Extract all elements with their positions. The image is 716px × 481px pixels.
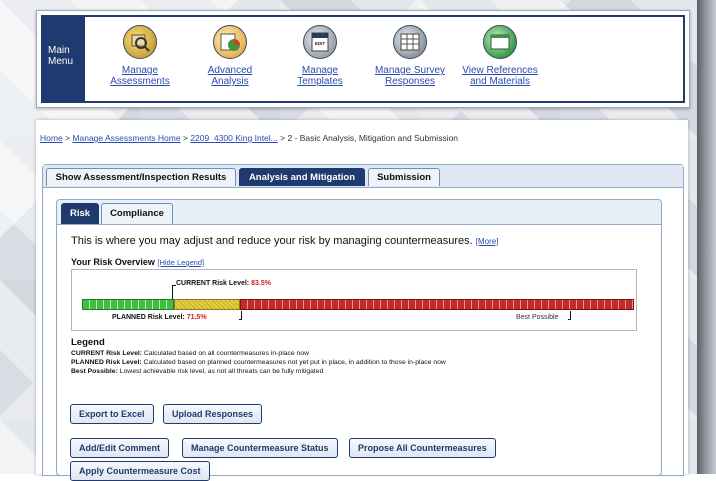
menu-link-line1: Manage: [301, 65, 339, 76]
current-risk-bracket: [172, 285, 176, 299]
magnifier-map-icon: [123, 25, 157, 59]
menu-link-advanced-analysis[interactable]: Advanced Analysis: [185, 65, 275, 87]
best-possible-bracket: [568, 311, 571, 320]
risk-meter-box: CURRENT Risk Level: 83.5% PLANNED Risk L…: [71, 269, 637, 331]
subtab-compliance[interactable]: Compliance: [101, 203, 173, 224]
legend-planned-desc: Calculated based on planned countermeasu…: [141, 359, 446, 366]
planned-risk-bracket: [239, 311, 242, 320]
menu-link-line2: Analysis: [211, 76, 249, 87]
menu-link-line2: Templates: [297, 76, 343, 87]
legend-best: Best Possible: Lowest achievable risk le…: [71, 367, 635, 376]
propose-all-countermeasures-button[interactable]: Propose All Countermeasures: [349, 438, 496, 458]
legend: Legend CURRENT Risk Level: Calculated ba…: [71, 338, 635, 376]
legend-planned: PLANNED Risk Level: Calculated based on …: [71, 358, 635, 367]
breadcrumb-assessments-link[interactable]: Manage Assessments Home: [72, 133, 180, 143]
main-menu-label-line1: Main: [48, 45, 70, 56]
menu-link-manage-survey-responses[interactable]: Manage Survey Responses: [365, 65, 455, 87]
risk-overview-heading: Your Risk Overview [Hide Legend]: [71, 257, 204, 267]
edit-icon-text: EDIT: [314, 41, 326, 46]
window-edge: [697, 0, 716, 474]
best-possible-label: Best Possible: [516, 314, 559, 321]
tab-show-results[interactable]: Show Assessment/Inspection Results: [46, 168, 236, 186]
breadcrumb-current: 2 - Basic Analysis, Mitigation and Submi…: [287, 133, 459, 143]
menu-link-manage-assessments[interactable]: Manage Assessments: [95, 65, 185, 87]
breadcrumb-separator: >: [182, 133, 188, 143]
menu-link-line1: Manage Survey: [374, 65, 446, 76]
main-tabs-bar: Show Assessment/Inspection Results Analy…: [43, 165, 683, 188]
risk-subtabs-frame: Risk Compliance This is where you may ad…: [56, 199, 662, 481]
risk-bar-remaining-segment: [240, 299, 634, 310]
legend-planned-term: PLANNED Risk Level:: [71, 359, 142, 366]
planned-risk-label-text: PLANNED Risk Level:: [112, 314, 185, 321]
subtab-risk[interactable]: Risk: [61, 203, 99, 224]
tab-analysis-mitigation-label: Analysis and Mitigation: [248, 172, 356, 183]
current-risk-label: CURRENT Risk Level: 83.5%: [176, 280, 271, 287]
menu-link-line2: Responses: [384, 76, 436, 87]
reference-window-icon: [483, 25, 517, 59]
tab-submission[interactable]: Submission: [368, 168, 440, 186]
menu-link-line1: Advanced: [207, 65, 253, 76]
main-menu-panel: Main Menu Manage Assessments Advanced An…: [36, 10, 690, 108]
tab-show-results-label: Show Assessment/Inspection Results: [55, 172, 227, 183]
menu-link-line2: Assessments: [110, 76, 170, 87]
survey-grid-icon: [393, 25, 427, 59]
risk-subtabs-bar: Risk Compliance: [57, 200, 661, 225]
breadcrumb-separator: >: [65, 133, 71, 143]
menu-link-line1: Manage: [121, 65, 159, 76]
current-risk-value: 83.5%: [251, 280, 271, 287]
breadcrumb: Home > Manage Assessments Home > 2209_43…: [40, 133, 458, 143]
more-link[interactable]: [More]: [476, 237, 499, 246]
planned-risk-label: PLANNED Risk Level: 71.5%: [112, 314, 207, 321]
menu-item-manage-survey-responses[interactable]: Manage Survey Responses: [365, 25, 455, 87]
menu-item-advanced-analysis[interactable]: Advanced Analysis: [185, 25, 275, 87]
tab-submission-label: Submission: [377, 172, 431, 183]
menu-link-line2: and Materials: [469, 76, 531, 87]
menu-link-manage-templates[interactable]: Manage Templates: [275, 65, 365, 87]
main-menu-label-line2: Menu: [48, 56, 74, 67]
risk-overview-title: Your Risk Overview: [71, 257, 155, 267]
template-edit-icon: EDIT: [303, 25, 337, 59]
menu-item-manage-templates[interactable]: EDIT Manage Templates: [275, 25, 365, 87]
breadcrumb-intel-link[interactable]: 2209_4300 King Intel...: [190, 133, 277, 143]
menu-item-view-references[interactable]: View References and Materials: [455, 25, 545, 87]
main-menu-label: Main Menu: [43, 17, 85, 101]
risk-bar-current-segment: [82, 299, 174, 310]
legend-best-term: Best Possible:: [71, 368, 118, 375]
add-edit-comment-button[interactable]: Add/Edit Comment: [70, 438, 169, 458]
intro-text: This is where you may adjust and reduce …: [71, 235, 498, 247]
menu-link-line1: View References: [462, 65, 538, 76]
current-risk-label-text: CURRENT Risk Level:: [176, 280, 250, 287]
main-menu-frame: Main Menu Manage Assessments Advanced An…: [41, 15, 685, 103]
breadcrumb-home-link[interactable]: Home: [40, 133, 63, 143]
planned-risk-value: 71.5%: [186, 314, 207, 321]
legend-current-desc: Calculated based on all countermeasures …: [142, 350, 310, 357]
tab-analysis-mitigation[interactable]: Analysis and Mitigation: [239, 168, 365, 186]
pie-chart-icon: [213, 25, 247, 59]
subtab-risk-label: Risk: [69, 208, 91, 219]
legend-current-term: CURRENT Risk Level:: [71, 350, 143, 357]
menu-item-manage-assessments[interactable]: Manage Assessments: [95, 25, 185, 87]
breadcrumb-separator: >: [280, 133, 286, 143]
upload-responses-button[interactable]: Upload Responses: [163, 404, 263, 424]
legend-best-desc: Lowest achievable risk level, as not all…: [117, 368, 324, 375]
menu-link-view-references[interactable]: View References and Materials: [455, 65, 545, 87]
intro-message: This is where you may adjust and reduce …: [71, 235, 473, 247]
apply-countermeasure-cost-button[interactable]: Apply Countermeasure Cost: [70, 461, 210, 481]
export-to-excel-button[interactable]: Export to Excel: [70, 404, 154, 424]
legend-current: CURRENT Risk Level: Calculated based on …: [71, 349, 635, 358]
subtab-compliance-label: Compliance: [110, 208, 164, 219]
manage-countermeasure-status-button[interactable]: Manage Countermeasure Status: [182, 438, 338, 458]
content-panel: Home > Manage Assessments Home > 2209_43…: [36, 120, 688, 481]
risk-bar-planned-segment: [174, 299, 240, 310]
hide-legend-link[interactable]: [Hide Legend]: [157, 258, 204, 267]
legend-title: Legend: [71, 337, 105, 348]
